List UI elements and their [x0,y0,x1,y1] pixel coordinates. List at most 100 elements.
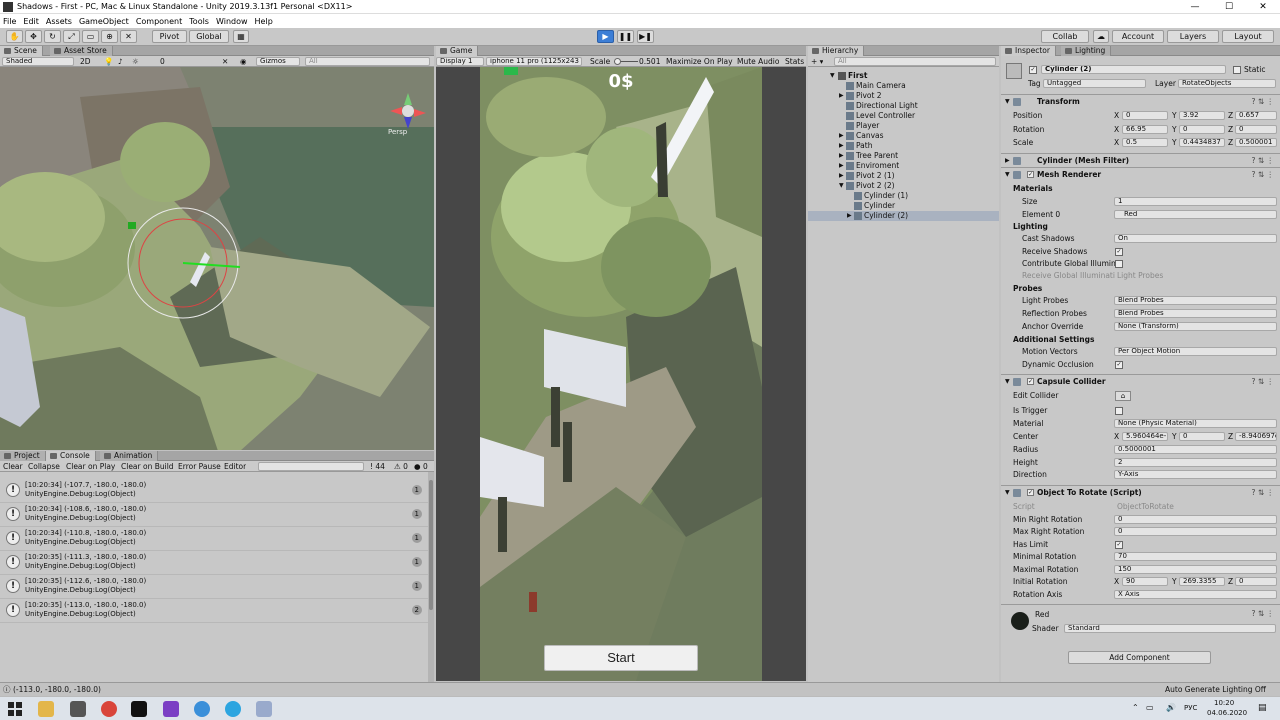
rotation-x-input[interactable]: 66.95 [1122,125,1168,134]
console-entry[interactable]: ! [10:20:34] (-110.8, -180.0, -180.0) Unit… [0,527,428,551]
console-entry[interactable]: ! [10:20:34] (-108.6, -180.0, -180.0) Unit… [0,503,428,527]
file-explorer-icon[interactable] [38,701,54,717]
pause-button[interactable]: ❚❚ [617,30,634,43]
component-menu-icon[interactable]: ? ⇅ ⋮ [1251,486,1274,499]
custom-tool-icon[interactable]: ✕ [120,30,137,43]
collapse-arrow-icon[interactable]: ▼ [1005,95,1010,108]
rotation-axis-dropdown[interactable]: X Axis [1114,590,1277,599]
hierarchy-item-enviroment[interactable]: ▶ Enviroment [808,161,999,171]
contribute-gi-checkbox[interactable] [1115,260,1123,268]
hierarchy-item-main-camera[interactable]: Main Camera [808,81,999,91]
layout-dropdown[interactable]: Layout [1222,30,1274,43]
minimize-button[interactable]: — [1178,0,1212,14]
capsule-collider-enabled-checkbox[interactable]: ✓ [1027,378,1034,385]
expand-arrow-icon[interactable]: ▼ [830,71,835,81]
component-menu-icon[interactable]: ? ⇅ ⋮ [1251,95,1274,108]
light-probes-dropdown[interactable]: Blend Probes [1114,296,1277,305]
scale-y-input[interactable]: 0.4434837 [1179,138,1225,147]
clear-on-build-toggle[interactable]: Clear on Build [121,462,174,471]
center-y-input[interactable]: 0 [1179,432,1225,441]
console-scrollbar[interactable] [428,472,434,682]
menu-help[interactable]: Help [255,17,273,26]
scale-z-input[interactable]: 0.500001 [1235,138,1277,147]
scale-tool-icon[interactable]: ⤢ [63,30,80,43]
expand-arrow-icon[interactable]: ▶ [839,91,844,101]
telegram-icon[interactable] [225,701,241,717]
move-tool-icon[interactable]: ✥ [25,30,42,43]
tab-scene[interactable]: Scene [0,46,43,56]
scene-viewport[interactable]: Persp [0,67,434,450]
maximal-input[interactable]: 150 [1114,565,1277,574]
maximize-button[interactable]: ☐ [1212,0,1246,14]
tools-icon[interactable]: ✕ [222,57,228,66]
object-name-input[interactable]: Cylinder (2) [1041,65,1226,74]
tray-arrow-icon[interactable]: ⌃ [1132,703,1139,712]
gizmos-dropdown[interactable]: Gizmos [256,57,300,66]
materials-foldout[interactable]: Materials [1001,183,1280,195]
initial-z-input[interactable]: 0 [1235,577,1277,586]
menu-assets[interactable]: Assets [46,17,72,26]
hierarchy-item-first[interactable]: ▼ First [808,71,999,81]
unity-editor-icon[interactable] [131,701,147,717]
expand-arrow-icon[interactable]: ▶ [839,141,844,151]
menu-gameobject[interactable]: GameObject [79,17,129,26]
stats-toggle[interactable]: Stats [785,57,804,66]
scene-search-input[interactable]: All [305,57,430,66]
scale-x-input[interactable]: 0.5 [1122,138,1168,147]
layer-dropdown[interactable]: RotateObjects [1178,79,1276,88]
hand-tool-icon[interactable]: ✋ [6,30,23,43]
console-entry[interactable]: ! [10:20:35] (-111.3, -180.0, -180.0) Unit… [0,551,428,575]
size-input[interactable]: 1 [1114,197,1277,206]
hierarchy-item-directional-light[interactable]: Directional Light [808,101,999,111]
motion-vectors-dropdown[interactable]: Per Object Motion [1114,347,1277,356]
hierarchy-item-cylinder-2[interactable]: ▶ Cylinder (2) [808,211,999,221]
tab-inspector[interactable]: Inspector [1001,46,1056,56]
position-z-input[interactable]: 0.657 [1235,111,1277,120]
height-input[interactable]: 2 [1114,458,1277,467]
expand-arrow-icon[interactable]: ▶ [839,151,844,161]
min-right-input[interactable]: 0 [1114,515,1277,524]
start-button[interactable]: Start [544,645,698,671]
mesh-renderer-header[interactable]: ▼ ✓ Mesh Renderer ? ⇅ ⋮ [1001,167,1280,181]
initial-y-input[interactable]: 269.3355 [1179,577,1225,586]
hierarchy-item-cylinder[interactable]: Cylinder [808,201,999,211]
mesh-renderer-enabled-checkbox[interactable]: ✓ [1027,171,1034,178]
edit-collider-button[interactable]: ⌂ [1115,391,1131,401]
clock-time[interactable]: 10:20 [1214,699,1234,707]
component-menu-icon[interactable]: ? ⇅ ⋮ [1251,154,1274,167]
active-checkbox[interactable]: ✓ [1029,66,1037,74]
console-entry[interactable]: ! [10:20:35] (-113.0, -180.0, -180.0) Unit… [0,599,428,623]
hierarchy-item-path[interactable]: ▶ Path [808,141,999,151]
radius-input[interactable]: 0.5000001 [1114,445,1277,454]
hierarchy-item-cylinder-1[interactable]: Cylinder (1) [808,191,999,201]
direction-dropdown[interactable]: Y-Axis [1114,470,1277,479]
shading-mode-dropdown[interactable]: Shaded [2,57,74,66]
transform-header[interactable]: ▼ Transform ? ⇅ ⋮ [1001,94,1280,108]
2d-toggle[interactable]: 2D [80,57,91,66]
rider-icon[interactable] [163,701,179,717]
script-enabled-checkbox[interactable]: ✓ [1027,489,1034,496]
expand-arrow-icon[interactable]: ▶ [847,211,852,221]
dynamic-occlusion-checkbox[interactable]: ✓ [1115,361,1123,369]
hierarchy-item-pivot-2-2[interactable]: ▼ Pivot 2 (2) [808,181,999,191]
collab-button[interactable]: Collab [1041,30,1089,43]
light-toggle-icon[interactable]: 💡 [104,57,113,66]
shader-dropdown[interactable]: Standard [1064,624,1276,633]
rotate-tool-icon[interactable]: ↻ [44,30,61,43]
component-menu-icon[interactable]: ? ⇅ ⋮ [1251,168,1274,181]
center-z-input[interactable]: -8.940697e [1235,432,1277,441]
hierarchy-item-tree-parent[interactable]: ▶ Tree Parent [808,151,999,161]
is-trigger-checkbox[interactable] [1115,407,1123,415]
clear-on-play-toggle[interactable]: Clear on Play [66,462,115,471]
lighting-foldout[interactable]: Lighting [1001,221,1280,233]
language-indicator[interactable]: РУС [1184,704,1197,712]
expand-arrow-icon[interactable]: ▶ [839,131,844,141]
windows-start-icon[interactable] [8,702,22,716]
game-viewport[interactable]: 0$ Start [436,67,806,681]
collapse-arrow-icon[interactable]: ▼ [1005,375,1010,388]
expand-arrow-icon[interactable]: ▶ [839,161,844,171]
chrome-icon[interactable] [101,701,117,717]
center-x-input[interactable]: 5.960464e- [1122,432,1168,441]
clear-button[interactable]: Clear [3,462,23,471]
collapse-arrow-icon[interactable]: ▼ [1005,168,1010,181]
